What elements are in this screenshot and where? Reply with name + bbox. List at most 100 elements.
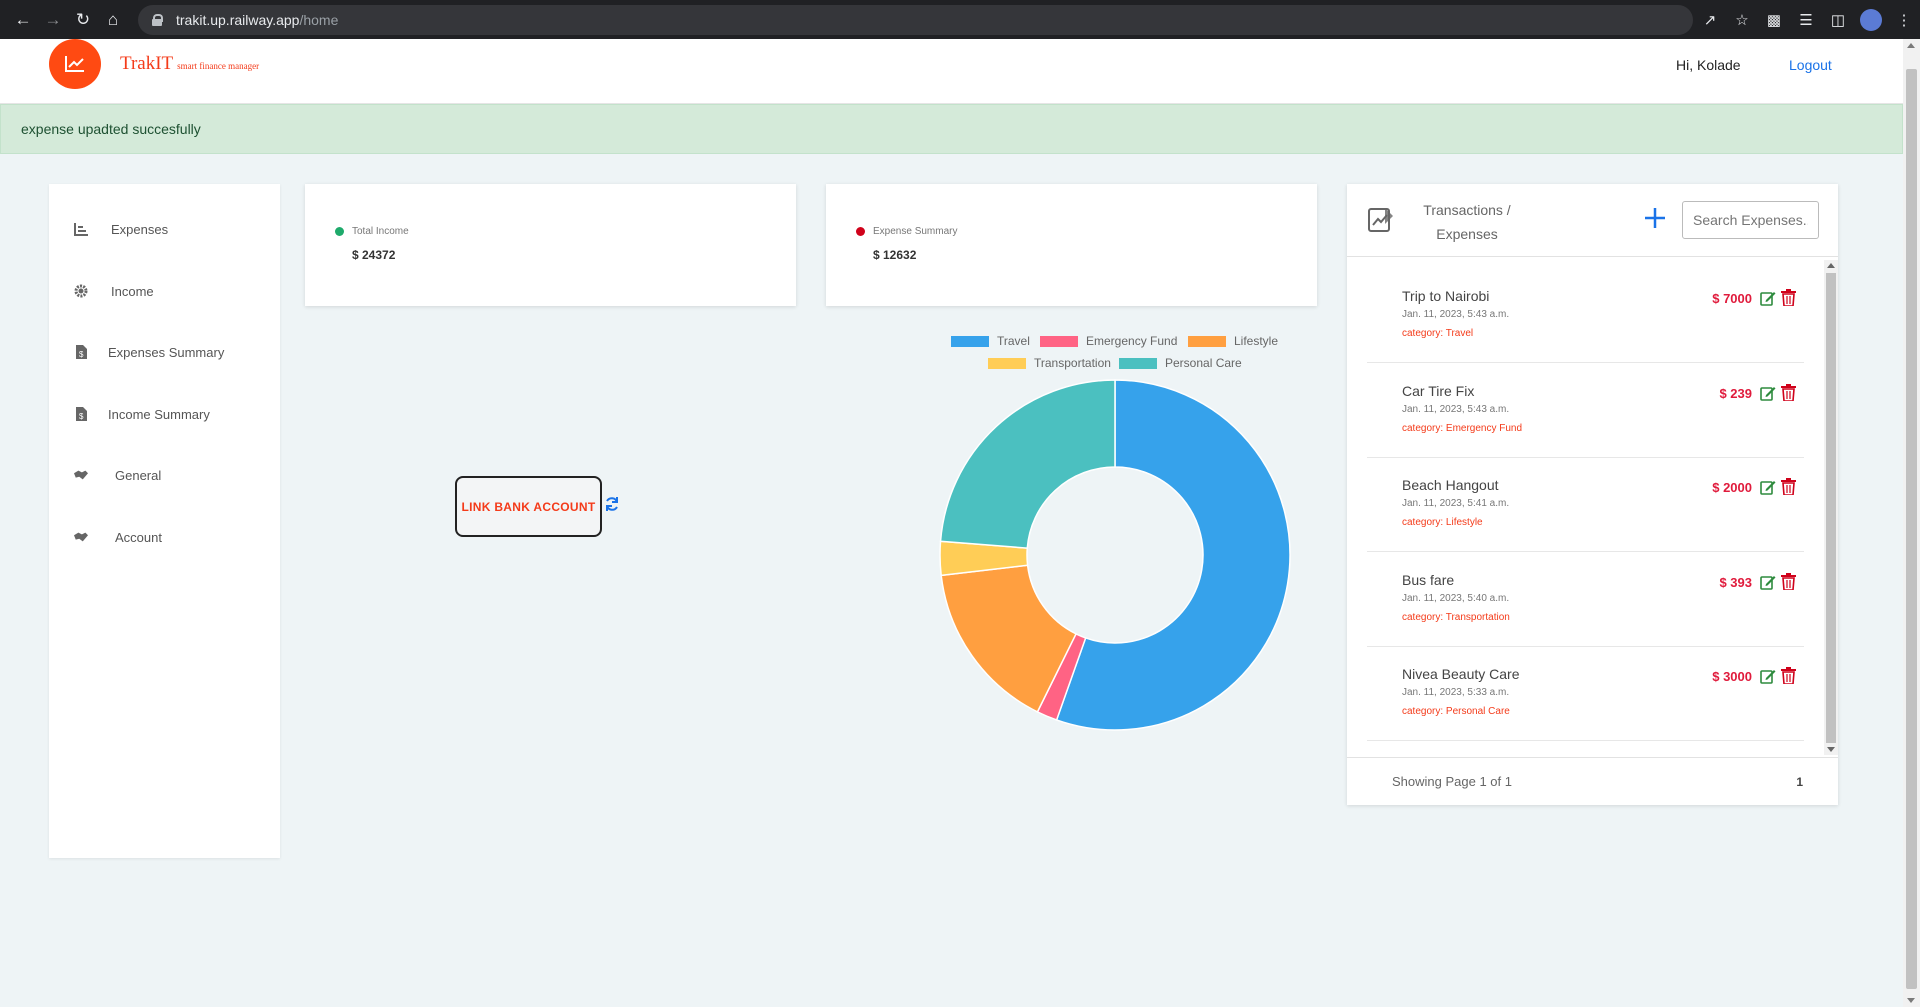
edit-icon[interactable] [1760,385,1776,401]
legend-item[interactable]: Transportation [988,356,1111,370]
sidebar-item-label: Income [111,283,154,299]
transaction-category: category: Transportation [1402,612,1510,623]
link-bank-account-button[interactable]: LINK BANK ACCOUNT [455,476,602,537]
sidebar: Expenses Income $ Expenses Summary $ Inc… [49,184,280,858]
transactions-list: Trip to Nairobi Jan. 11, 2023, 5:43 a.m. c… [1347,257,1838,757]
sidebar-item-label: Expenses [111,221,169,237]
transactions-scrollbar[interactable] [1824,260,1838,755]
scroll-thumb[interactable] [1826,273,1836,743]
brand-tagline: smart finance manager [177,61,260,71]
edit-icon[interactable] [1760,479,1776,495]
legend-label: Emergency Fund [1086,334,1178,348]
donut-slice-personal-care[interactable] [939,379,1116,549]
url-host: trakit.up.railway.app [176,12,300,28]
chart-document-icon [1367,206,1395,234]
transactions-header: Transactions / Expenses [1347,184,1838,257]
browser-toolbar: ← → ↻ ⌂ trakit.up.railway.app/home ↗ ☆ ▩… [0,0,1920,39]
edit-icon[interactable] [1760,574,1776,590]
forward-icon[interactable]: → [38,5,68,35]
transaction-amount: $ 2000 [1712,480,1752,495]
legend-swatch [1040,335,1078,347]
logo-icon[interactable] [49,39,101,89]
user-greeting: Hi, Kolade [1676,57,1741,73]
sidebar-item-general[interactable]: General [49,460,280,490]
legend-swatch [951,335,989,347]
file-dollar-icon: $ [74,345,88,359]
reload-icon[interactable]: ↻ [68,5,98,35]
sidebar-item-account[interactable]: Account [49,522,280,552]
app-header: TrakIT smart finance manager Hi, Kolade L… [0,39,1903,104]
profile-avatar[interactable] [1860,8,1882,31]
refresh-icon[interactable] [604,496,620,512]
menu-icon[interactable]: ⋮ [1888,5,1920,35]
edit-icon[interactable] [1760,668,1776,684]
transaction-date: Jan. 11, 2023, 5:43 a.m. [1402,309,1510,320]
legend-swatch [1119,357,1157,369]
legend-label: Personal Care [1165,356,1242,370]
transaction-amount: $ 7000 [1712,291,1752,306]
file-dollar-icon: $ [74,407,88,421]
transaction-row[interactable]: Bus fare Jan. 11, 2023, 5:40 a.m. category… [1367,552,1804,647]
legend-item[interactable]: Personal Care [1119,356,1242,370]
status-dot [335,227,344,236]
transaction-name: Trip to Nairobi [1402,288,1490,304]
scroll-down-icon[interactable] [1907,998,1915,1003]
search-expenses-input[interactable] [1682,201,1819,239]
logout-link[interactable]: Logout [1789,57,1832,73]
handshake-icon [74,530,88,544]
legend-label: Travel [997,334,1030,348]
page-number[interactable]: 1 [1796,775,1803,789]
sidebar-item-label: Account [115,529,162,545]
trash-icon[interactable] [1781,478,1796,496]
sidebar-item-label: General [115,467,162,483]
transaction-row[interactable]: Nivea Beauty Care Jan. 11, 2023, 5:33 a.m… [1367,646,1804,741]
brand[interactable]: TrakIT smart finance manager [120,53,259,75]
address-bar[interactable]: trakit.up.railway.app/home [138,5,1693,35]
transaction-category: category: Lifestyle [1402,517,1483,528]
sidebar-item-income-summary[interactable]: $ Income Summary [49,399,280,429]
sidebar-item-expenses[interactable]: Expenses [49,214,280,244]
trash-icon[interactable] [1781,289,1796,307]
pagination: Showing Page 1 of 1 1 [1347,757,1838,805]
legend-item[interactable]: Travel [951,334,1030,348]
card-value: $ 12632 [873,248,917,262]
media-icon[interactable]: ☰ [1790,5,1822,35]
trash-icon[interactable] [1781,667,1796,685]
star-icon[interactable]: ☆ [1726,5,1758,35]
scroll-thumb[interactable] [1906,69,1917,989]
transaction-category: category: Personal Care [1402,706,1510,717]
transaction-amount: $ 3000 [1712,669,1752,684]
extensions-icon[interactable]: ▩ [1758,5,1790,35]
legend-item[interactable]: Lifestyle [1188,334,1278,348]
scroll-up-icon[interactable] [1827,263,1835,268]
status-dot [856,227,865,236]
sidepanel-icon[interactable]: ◫ [1822,5,1854,35]
add-expense-icon[interactable] [1640,203,1670,233]
edit-icon[interactable] [1760,290,1776,306]
sidebar-item-income[interactable]: Income [49,276,280,306]
legend-item[interactable]: Emergency Fund [1040,334,1177,348]
page-scrollbar[interactable] [1903,39,1920,1007]
transaction-row[interactable]: Car Tire Fix Jan. 11, 2023, 5:43 a.m. cate… [1367,363,1804,458]
legend-label: Transportation [1034,356,1111,370]
trash-icon[interactable] [1781,384,1796,402]
transaction-category: category: Emergency Fund [1402,423,1523,434]
transaction-row[interactable]: Beach Hangout Jan. 11, 2023, 5:41 a.m. cat… [1367,457,1804,552]
scroll-down-icon[interactable] [1827,747,1835,752]
trash-icon[interactable] [1781,573,1796,591]
svg-text:$: $ [79,350,84,359]
share-icon[interactable]: ↗ [1694,5,1726,35]
expense-summary-card: Expense Summary $ 12632 [826,184,1317,306]
back-icon[interactable]: ← [8,5,38,35]
sidebar-item-label: Expenses Summary [108,344,225,360]
url-path: /home [299,12,339,28]
expense-donut-chart [939,379,1291,731]
home-icon[interactable]: ⌂ [98,5,128,35]
card-value: $ 24372 [352,248,396,262]
transaction-name: Beach Hangout [1402,477,1499,493]
card-title: Expense Summary [873,226,958,237]
transaction-date: Jan. 11, 2023, 5:40 a.m. [1402,593,1510,604]
scroll-up-icon[interactable] [1907,43,1915,48]
sidebar-item-expenses-summary[interactable]: $ Expenses Summary [49,337,280,367]
transaction-row[interactable]: Trip to Nairobi Jan. 11, 2023, 5:43 a.m. c… [1367,268,1804,363]
